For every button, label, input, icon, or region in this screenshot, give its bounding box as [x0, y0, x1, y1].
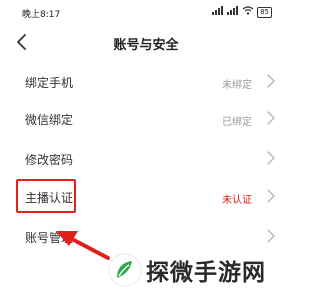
- watermark-text: 探微手游网: [146, 260, 266, 286]
- watermark-logo-icon: [108, 253, 142, 287]
- watermark: 探微手游网: [108, 250, 292, 290]
